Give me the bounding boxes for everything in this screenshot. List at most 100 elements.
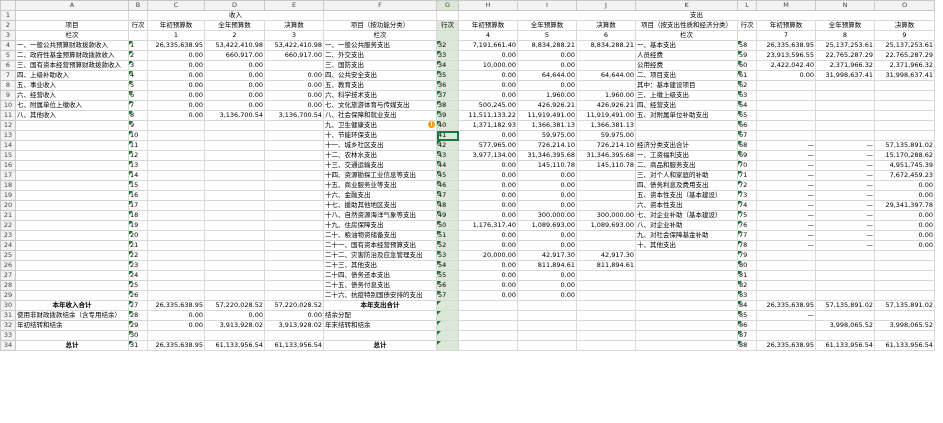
cell-e[interactable]: [264, 210, 324, 221]
cell-g[interactable]: 47: [436, 190, 459, 201]
cell-i[interactable]: [517, 330, 577, 341]
cell-j[interactable]: [576, 300, 636, 311]
cell-m[interactable]: 26,335,638.95: [756, 40, 816, 51]
cell-i[interactable]: 0.00: [517, 240, 577, 251]
cell-j[interactable]: 42,917.30: [576, 250, 636, 261]
cell-o[interactable]: [874, 280, 935, 291]
cell-m[interactable]: [756, 320, 816, 331]
cell-g[interactable]: 42: [436, 140, 459, 151]
column-header[interactable]: O: [874, 0, 935, 11]
cell-n[interactable]: 57,135,891.02: [815, 300, 875, 311]
cell-h[interactable]: 0.00: [458, 170, 518, 181]
cell-m[interactable]: [756, 260, 816, 271]
cell-j[interactable]: 1,960.00: [576, 90, 636, 101]
cell-d[interactable]: [204, 220, 265, 231]
cell-n[interactable]: [815, 100, 875, 111]
cell-o[interactable]: 31,998,637.41: [874, 70, 935, 81]
cell-d[interactable]: [204, 230, 265, 241]
column-header[interactable]: K: [635, 0, 738, 11]
cell-f[interactable]: 十六、金融支出: [323, 190, 437, 201]
row-number[interactable]: 28: [0, 280, 16, 291]
cell-c[interactable]: 0.00: [147, 70, 205, 81]
cell-n[interactable]: —: [815, 220, 875, 231]
cell-d[interactable]: 0.00: [204, 90, 265, 101]
cell-k[interactable]: [635, 330, 738, 341]
cell-l[interactable]: 81: [737, 270, 757, 281]
header-budget-initial[interactable]: 年初预算数: [147, 20, 205, 31]
cell-c[interactable]: [147, 140, 205, 151]
cell-h[interactable]: [458, 330, 518, 341]
cell-l[interactable]: 75: [737, 210, 757, 221]
cell-d[interactable]: [204, 160, 265, 171]
cell-k[interactable]: 人员经费: [635, 50, 738, 61]
cell-m[interactable]: —: [756, 220, 816, 231]
cell-n[interactable]: —: [815, 190, 875, 201]
header-final[interactable]: 决算数: [874, 20, 935, 31]
cell-c[interactable]: [147, 130, 205, 141]
cell-d[interactable]: 0.00: [204, 60, 265, 71]
cell-a[interactable]: [15, 180, 129, 191]
cell-b[interactable]: 23: [128, 260, 148, 271]
cell-e[interactable]: [264, 230, 324, 241]
cell-k[interactable]: 三、上缴上级支出: [635, 90, 738, 101]
cell-j[interactable]: [576, 50, 636, 61]
cell-f[interactable]: 六、科学技术支出: [323, 90, 437, 101]
cell-h[interactable]: 0.00: [458, 130, 518, 141]
row-number[interactable]: 14: [0, 140, 16, 151]
cell-n[interactable]: 25,137,253.61: [815, 40, 875, 51]
row-number[interactable]: 32: [0, 320, 16, 331]
row-number[interactable]: 19: [0, 190, 16, 201]
col-num[interactable]: 3: [264, 30, 324, 41]
cell-o[interactable]: 61,133,956.54: [874, 340, 935, 351]
column-header[interactable]: E: [264, 0, 324, 11]
cell-m[interactable]: [756, 100, 816, 111]
col-num[interactable]: 7: [756, 30, 816, 41]
cell-a[interactable]: [15, 330, 129, 341]
cell-f[interactable]: 二十五、债务付息支出: [323, 280, 437, 291]
cell-d[interactable]: [204, 200, 265, 211]
cell-n[interactable]: [815, 90, 875, 101]
warning-icon[interactable]: !: [428, 121, 435, 128]
row-number[interactable]: 27: [0, 270, 16, 281]
cell-a[interactable]: [15, 250, 129, 261]
cell-h[interactable]: 0.00: [458, 210, 518, 221]
cell-k[interactable]: 二、商品和服务支出: [635, 160, 738, 171]
cell-a[interactable]: [15, 240, 129, 251]
cell-j[interactable]: 1,366,381.13: [576, 120, 636, 131]
cell-k[interactable]: 一、工资福利支出: [635, 150, 738, 161]
cell-l[interactable]: 78: [737, 240, 757, 251]
cell-l[interactable]: 68: [737, 140, 757, 151]
cell-f[interactable]: 七、文化旅游体育与传媒支出: [323, 100, 437, 111]
cell-l[interactable]: 64: [737, 100, 757, 111]
cell-h[interactable]: [458, 340, 518, 351]
cell-e[interactable]: [264, 160, 324, 171]
cell-b[interactable]: 27: [128, 300, 148, 311]
cell-j[interactable]: 811,894.61: [576, 260, 636, 271]
cell-m[interactable]: —: [756, 140, 816, 151]
cell-o[interactable]: 0.00: [874, 220, 935, 231]
cell-d[interactable]: [204, 270, 265, 281]
cell-b[interactable]: 26: [128, 290, 148, 301]
col-num[interactable]: 2: [204, 30, 265, 41]
cell-k[interactable]: [635, 260, 738, 271]
row-number[interactable]: 21: [0, 210, 16, 221]
cell-e[interactable]: [264, 150, 324, 161]
cell-h[interactable]: 10,000.00: [458, 60, 518, 71]
cell-c[interactable]: 0.00: [147, 60, 205, 71]
cell-e[interactable]: 0.00: [264, 100, 324, 111]
cell-i[interactable]: 0.00: [517, 190, 577, 201]
row-number[interactable]: 29: [0, 290, 16, 301]
column-header[interactable]: H: [458, 0, 518, 11]
cell-n[interactable]: 2,371,966.32: [815, 60, 875, 71]
cell-h[interactable]: [458, 310, 518, 321]
header-budget-full[interactable]: 全年预算数: [815, 20, 875, 31]
cell-o[interactable]: 25,137,253.61: [874, 40, 935, 51]
cell-k[interactable]: 九、对社会保障基金补助: [635, 230, 738, 241]
cell-b[interactable]: 6: [128, 90, 148, 101]
cell-e[interactable]: [264, 170, 324, 181]
col-num[interactable]: 5: [517, 30, 577, 41]
cell-n[interactable]: —: [815, 180, 875, 191]
cell-g[interactable]: 37: [436, 90, 459, 101]
cell-g[interactable]: 34: [436, 60, 459, 71]
cell-k[interactable]: 四、经营支出: [635, 100, 738, 111]
